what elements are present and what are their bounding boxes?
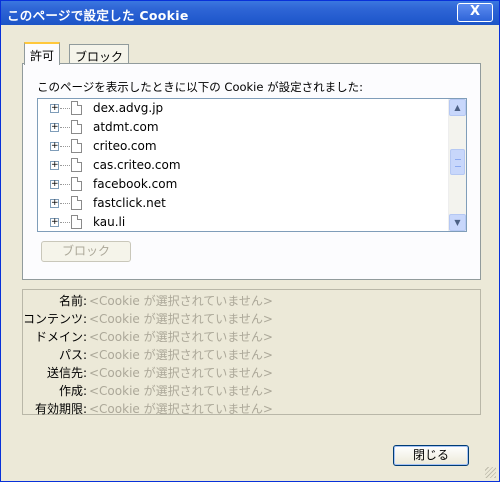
document-icon bbox=[71, 196, 82, 210]
tree-item[interactable]: + fastclick.net bbox=[38, 194, 448, 214]
detail-value: <Cookie が選択されていません> bbox=[89, 294, 273, 308]
tab-panel-allowed: このページを表示したときに以下の Cookie が設定されました: + dex.… bbox=[22, 63, 481, 280]
tree-item[interactable]: + facebook.com bbox=[38, 175, 448, 195]
cookie-details: 名前: <Cookie が選択されていません> コンテンツ: <Cookie が… bbox=[22, 289, 482, 416]
expand-icon[interactable]: + bbox=[50, 218, 59, 227]
detail-label: 名前: bbox=[58, 294, 87, 308]
tree-item[interactable]: + atdmt.com bbox=[38, 118, 448, 138]
document-icon bbox=[71, 101, 82, 115]
detail-row-expires: 有効期限: <Cookie が選択されていません> bbox=[23, 398, 482, 416]
document-icon bbox=[71, 158, 82, 172]
detail-value: <Cookie が選択されていません> bbox=[89, 366, 273, 380]
document-icon bbox=[71, 215, 82, 229]
detail-row-domain: ドメイン: <Cookie が選択されていません> bbox=[23, 326, 482, 344]
detail-value: <Cookie が選択されていません> bbox=[89, 402, 273, 416]
block-button[interactable]: ブロック bbox=[41, 241, 131, 262]
tree-item-label: atdmt.com bbox=[93, 120, 159, 134]
close-button[interactable]: 閉じる bbox=[393, 445, 469, 466]
document-icon bbox=[71, 177, 82, 191]
tree-item-label: facebook.com bbox=[93, 177, 178, 191]
resize-grip-icon[interactable] bbox=[485, 467, 496, 478]
detail-row-content: コンテンツ: <Cookie が選択されていません> bbox=[23, 308, 482, 326]
tree-item-label: kau.li bbox=[93, 215, 126, 229]
detail-row-send-for: 送信先: <Cookie が選択されていません> bbox=[23, 362, 482, 380]
tree-connector bbox=[60, 184, 70, 185]
title-bar[interactable]: このページで設定した Cookie X bbox=[1, 1, 499, 25]
tree-connector bbox=[60, 127, 70, 128]
scroll-down-icon[interactable]: ▼ bbox=[449, 214, 466, 231]
cookie-tree-items: + dex.advg.jp + atdmt.com + criteo.com +… bbox=[38, 99, 448, 231]
scroll-up-icon[interactable]: ▲ bbox=[449, 99, 466, 116]
detail-row-created: 作成: <Cookie が選択されていません> bbox=[23, 380, 482, 398]
cookie-list-caption: このページを表示したときに以下の Cookie が設定されました: bbox=[37, 80, 363, 94]
expand-icon[interactable]: + bbox=[50, 123, 59, 132]
tree-item-label: fastclick.net bbox=[93, 196, 166, 210]
detail-label: パス: bbox=[58, 348, 87, 362]
detail-label: コンテンツ: bbox=[22, 312, 87, 326]
tree-connector bbox=[60, 165, 70, 166]
tree-item-label: cas.criteo.com bbox=[93, 158, 181, 172]
tree-item[interactable]: + dex.advg.jp bbox=[38, 99, 448, 119]
expand-icon[interactable]: + bbox=[50, 180, 59, 189]
detail-label: 送信先: bbox=[46, 366, 87, 380]
detail-value: <Cookie が選択されていません> bbox=[89, 348, 273, 362]
cookie-tree[interactable]: + dex.advg.jp + atdmt.com + criteo.com +… bbox=[37, 98, 467, 232]
tree-connector bbox=[60, 222, 70, 223]
detail-label: 有効期限: bbox=[34, 402, 87, 416]
expand-icon[interactable]: + bbox=[50, 161, 59, 170]
tree-item[interactable]: + criteo.com bbox=[38, 137, 448, 157]
detail-value: <Cookie が選択されていません> bbox=[89, 312, 273, 326]
tree-connector bbox=[60, 146, 70, 147]
scrollbar-thumb[interactable] bbox=[450, 149, 465, 175]
window-title: このページで設定した Cookie bbox=[7, 8, 189, 23]
expand-icon[interactable]: + bbox=[50, 104, 59, 113]
tree-item-label: criteo.com bbox=[93, 139, 157, 153]
tree-item[interactable]: + cas.criteo.com bbox=[38, 156, 448, 176]
window-close-button[interactable]: X bbox=[457, 3, 493, 22]
detail-label: ドメイン: bbox=[34, 330, 87, 344]
tree-item[interactable]: + kau.li bbox=[38, 213, 448, 231]
tab-allowed[interactable]: 許可 bbox=[24, 42, 61, 65]
tab-blocked[interactable]: ブロック bbox=[69, 44, 130, 64]
document-icon bbox=[71, 139, 82, 153]
expand-icon[interactable]: + bbox=[50, 142, 59, 151]
detail-label: 作成: bbox=[58, 384, 87, 398]
detail-row-path: パス: <Cookie が選択されていません> bbox=[23, 344, 482, 362]
cookie-dialog: このページで設定した Cookie X 許可 ブロック このページを表示したとき… bbox=[0, 0, 500, 482]
tree-connector bbox=[60, 203, 70, 204]
tree-item-label: dex.advg.jp bbox=[93, 101, 164, 115]
detail-value: <Cookie が選択されていません> bbox=[89, 330, 273, 344]
vertical-scrollbar[interactable]: ▲ ▼ bbox=[448, 99, 466, 231]
expand-icon[interactable]: + bbox=[50, 199, 59, 208]
detail-value: <Cookie が選択されていません> bbox=[89, 384, 273, 398]
document-icon bbox=[71, 120, 82, 134]
detail-row-name: 名前: <Cookie が選択されていません> bbox=[23, 290, 482, 308]
tree-connector bbox=[60, 108, 70, 109]
